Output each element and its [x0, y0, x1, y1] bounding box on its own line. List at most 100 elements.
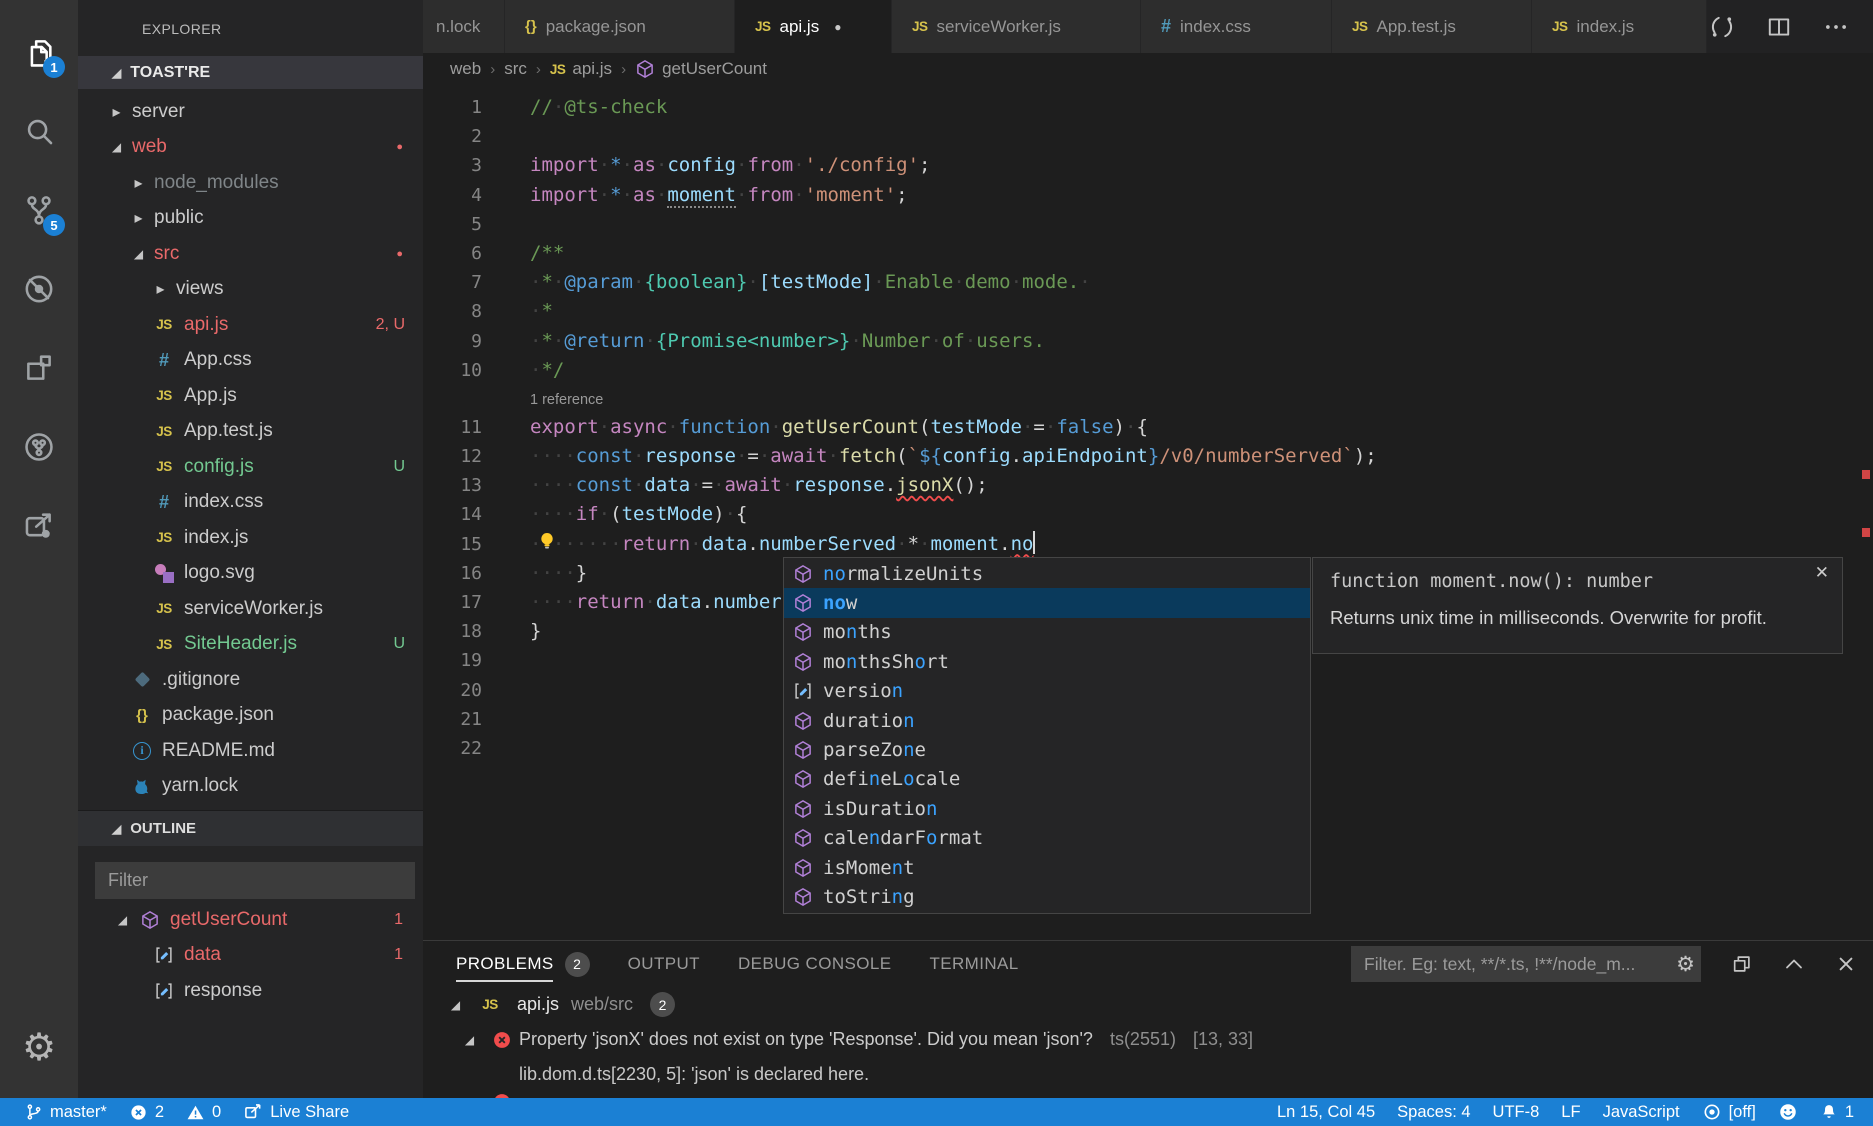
- activity-item-settings[interactable]: ⚙: [0, 1007, 78, 1086]
- tree-item-README.md[interactable]: iREADME.md: [78, 733, 423, 769]
- activity-item-gitlens[interactable]: [0, 407, 78, 486]
- code-line[interactable]: 11export·async·function·getUserCount(tes…: [423, 413, 1873, 442]
- suggest-item-isDuration[interactable]: isDuration: [784, 794, 1310, 823]
- tab-package.json[interactable]: {}package.json: [505, 0, 735, 53]
- suggest-item-version[interactable]: version: [784, 677, 1310, 706]
- tree-item-App.js[interactable]: JSApp.js: [78, 378, 423, 414]
- tree-item-api.js[interactable]: JSapi.js2, U: [78, 307, 423, 343]
- tree-item-SiteHeader.js[interactable]: JSSiteHeader.jsU: [78, 627, 423, 663]
- code-line[interactable]: 8·*: [423, 297, 1873, 326]
- tree-item-yarn.lock[interactable]: yarn.lock: [78, 769, 423, 805]
- panel-action-chevron-up[interactable]: [1782, 952, 1806, 976]
- tree-item-src[interactable]: ◢src●: [78, 236, 423, 272]
- status-git-branch-indicator[interactable]: master*: [14, 1098, 118, 1126]
- breadcrumb-item-src[interactable]: src: [504, 59, 527, 79]
- tree-item-serviceWorker.js[interactable]: JSserviceWorker.js: [78, 591, 423, 627]
- code-line[interactable]: 9·*·@return·{Promise<number>}·Number·of·…: [423, 327, 1873, 356]
- code-line[interactable]: 7·*·@param·{boolean}·[testMode]·Enable·d…: [423, 268, 1873, 297]
- activity-item-files[interactable]: 1: [0, 12, 78, 91]
- status-problems-warnings[interactable]: 0: [175, 1098, 232, 1126]
- suggest-item-now[interactable]: now: [784, 588, 1310, 617]
- action-split-editor[interactable]: [1766, 14, 1792, 40]
- tree-item-web[interactable]: ◢web●: [78, 130, 423, 166]
- action-more-actions[interactable]: [1823, 14, 1849, 40]
- activity-item-search[interactable]: [0, 91, 78, 170]
- suggest-item-duration[interactable]: duration: [784, 706, 1310, 735]
- code-line[interactable]: 6/**: [423, 239, 1873, 268]
- outline-item-response[interactable]: response: [78, 973, 423, 1009]
- status-notifications[interactable]: 1: [1809, 1098, 1865, 1126]
- activity-item-source-control[interactable]: 5: [0, 170, 78, 249]
- tree-item-node_modules[interactable]: ▸node_modules: [78, 165, 423, 201]
- lightbulb-icon[interactable]: [536, 530, 558, 552]
- suggest-item-toString[interactable]: toString: [784, 882, 1310, 911]
- code-line[interactable]: 1//·@ts-check: [423, 93, 1873, 122]
- tree-item-views[interactable]: ▸views: [78, 272, 423, 308]
- status-screencast-mode[interactable]: [off]: [1691, 1098, 1767, 1126]
- suggest-item-monthsShort[interactable]: monthsShort: [784, 647, 1310, 676]
- suggest-item-parseZone[interactable]: parseZone: [784, 735, 1310, 764]
- tree-item-index.css[interactable]: #index.css: [78, 485, 423, 521]
- tab-index.js[interactable]: JSindex.js: [1532, 0, 1707, 53]
- action-open-changes[interactable]: [1709, 14, 1735, 40]
- panel-tab-problems[interactable]: PROBLEMS2: [456, 941, 609, 987]
- status-indentation[interactable]: Spaces: 4: [1386, 1098, 1481, 1126]
- outline-item-getUserCount[interactable]: ◢getUserCount1: [78, 902, 423, 938]
- panel-tab-terminal[interactable]: TERMINAL: [910, 941, 1037, 987]
- code-line[interactable]: 10·*/: [423, 356, 1873, 385]
- suggest-item-defineLocale[interactable]: defineLocale: [784, 765, 1310, 794]
- status-problems-errors[interactable]: 2: [118, 1098, 175, 1126]
- status-cursor-position[interactable]: Ln 15, Col 45: [1266, 1098, 1386, 1126]
- status-encoding[interactable]: UTF-8: [1482, 1098, 1551, 1126]
- tree-item-server[interactable]: ▸server: [78, 94, 423, 130]
- tab-api.js[interactable]: JSapi.js●: [735, 0, 892, 53]
- code-line[interactable]: 12····const·response·=·await·fetch(`${co…: [423, 442, 1873, 471]
- section-header-project[interactable]: ◢ TOAST'RE: [78, 56, 423, 89]
- activity-item-extensions[interactable]: [0, 328, 78, 407]
- breadcrumb-item-web[interactable]: web: [450, 59, 481, 79]
- tab-n.lock[interactable]: n.lock: [423, 0, 505, 53]
- code-line[interactable]: 4import·*·as·moment·from·'moment';: [423, 181, 1873, 210]
- suggest-item-calendarFormat[interactable]: calendarFormat: [784, 824, 1310, 853]
- section-header-outline[interactable]: ◢ OUTLINE: [78, 810, 423, 846]
- panel-action-close-panel[interactable]: [1835, 953, 1857, 975]
- suggest-item-months[interactable]: months: [784, 618, 1310, 647]
- tree-item-index.js[interactable]: JSindex.js: [78, 520, 423, 556]
- tree-item-public[interactable]: ▸public: [78, 201, 423, 237]
- tab-serviceWorker.js[interactable]: JSserviceWorker.js: [892, 0, 1141, 53]
- code-line[interactable]: 14····if·(testMode)·{: [423, 500, 1873, 529]
- status-feedback[interactable]: [1767, 1098, 1809, 1126]
- tree-item-config.js[interactable]: JSconfig.jsU: [78, 449, 423, 485]
- code-line[interactable]: 3import·*·as·config·from·'./config';: [423, 151, 1873, 180]
- code-line[interactable]: 13····const·data·=·await·response.jsonX(…: [423, 471, 1873, 500]
- tree-item-package.json[interactable]: {}package.json: [78, 698, 423, 734]
- suggest-item-normalizeUnits[interactable]: normalizeUnits: [784, 559, 1310, 588]
- code-line[interactable]: 5: [423, 210, 1873, 239]
- problem-row[interactable]: ◢Property 'jsonX' does not exist on type…: [423, 1022, 1873, 1057]
- outline-filter-input[interactable]: [95, 862, 415, 899]
- problems-filter-input[interactable]: [1351, 946, 1676, 982]
- tree-item-.gitignore[interactable]: .gitignore: [78, 662, 423, 698]
- tree-item-logo.svg[interactable]: logo.svg: [78, 556, 423, 592]
- problem-row[interactable]: ◢JSapi.jsweb/src2: [423, 987, 1873, 1022]
- breadcrumb-item-api.js[interactable]: JSapi.js: [550, 59, 612, 79]
- activity-item-live-share[interactable]: [0, 486, 78, 565]
- tree-item-App.css[interactable]: #App.css: [78, 343, 423, 379]
- status-language-mode[interactable]: JavaScript: [1592, 1098, 1691, 1126]
- panel-tab-debug-console[interactable]: DEBUG CONSOLE: [719, 941, 911, 987]
- activity-item-debug-disabled[interactable]: [0, 249, 78, 328]
- close-icon[interactable]: ✕: [1815, 564, 1829, 581]
- code-line[interactable]: 15········return·data.numberServed·*·mom…: [423, 530, 1873, 559]
- codelens-references[interactable]: 1 reference: [423, 385, 1873, 413]
- tab-index.css[interactable]: #index.css: [1141, 0, 1332, 53]
- outline-item-data[interactable]: data1: [78, 938, 423, 974]
- code-line[interactable]: 2: [423, 122, 1873, 151]
- suggest-item-isMoment[interactable]: isMoment: [784, 853, 1310, 882]
- tree-item-App.test.js[interactable]: JSApp.test.js: [78, 414, 423, 450]
- status-live-share[interactable]: Live Share: [232, 1098, 360, 1126]
- panel-tab-output[interactable]: OUTPUT: [609, 941, 719, 987]
- breadcrumb-item-getUserCount[interactable]: getUserCount: [635, 59, 767, 79]
- panel-action-restore-panel[interactable]: [1731, 953, 1753, 975]
- tab-App.test.js[interactable]: JSApp.test.js: [1332, 0, 1532, 53]
- problem-row[interactable]: lib.dom.d.ts[2230, 5]: 'json' is declare…: [423, 1057, 1873, 1092]
